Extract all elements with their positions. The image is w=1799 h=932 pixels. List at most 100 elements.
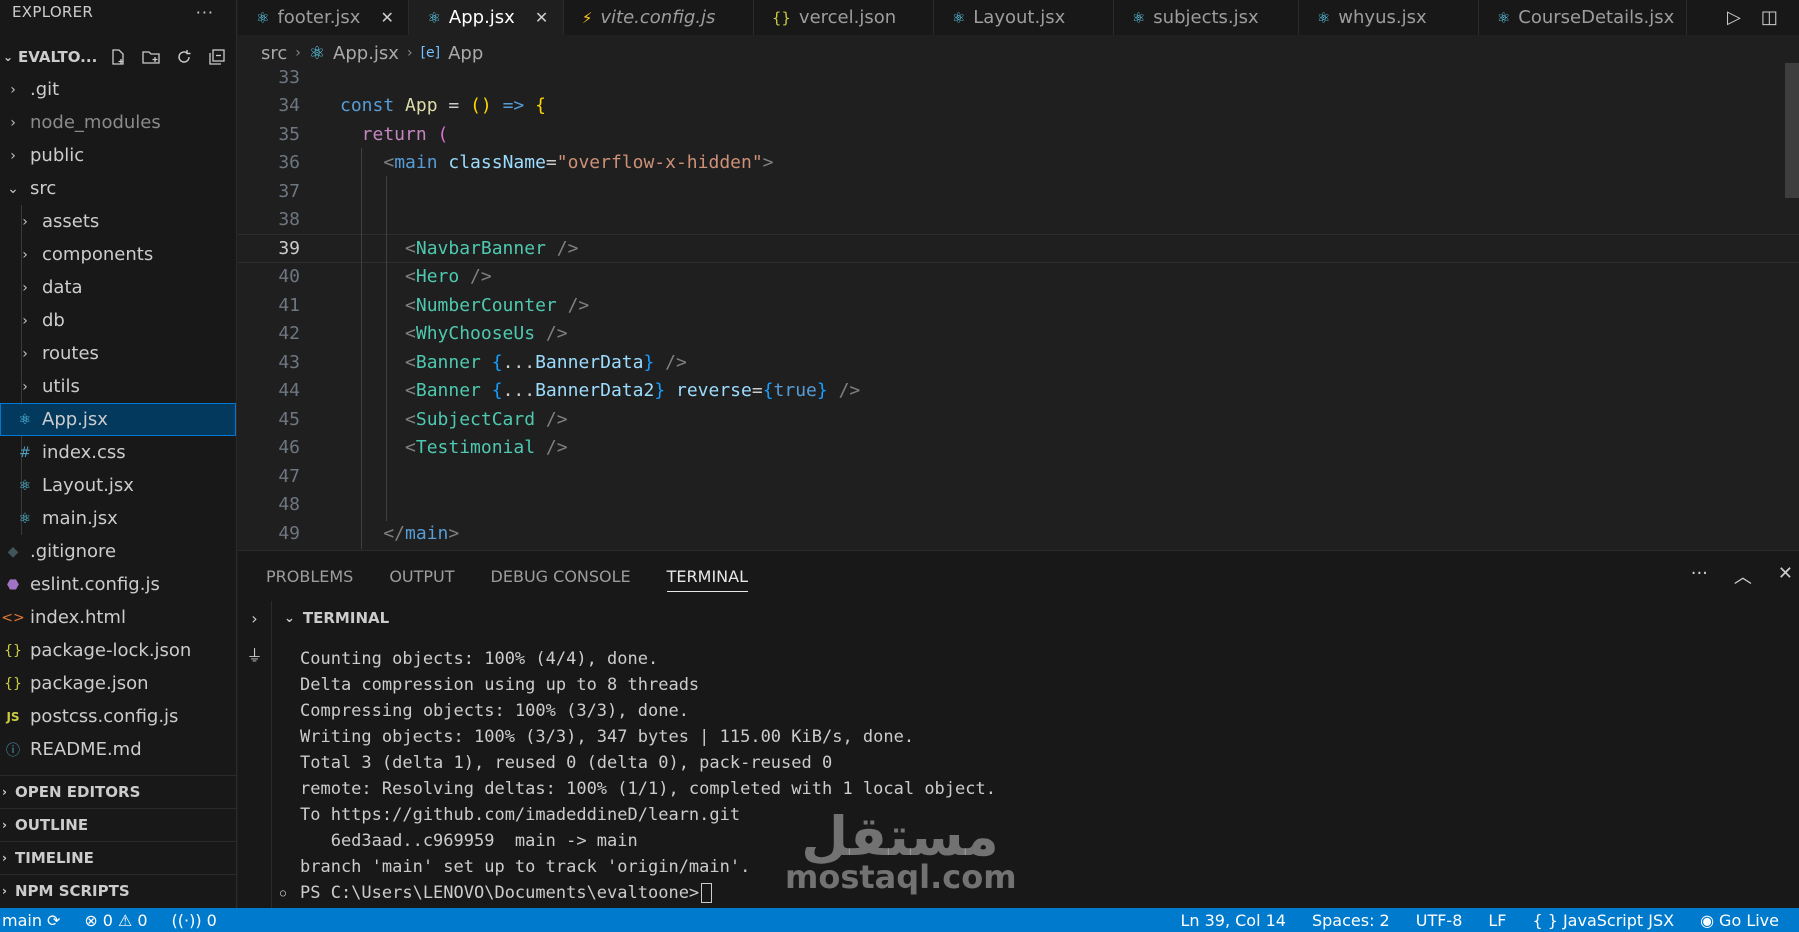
go-live-button[interactable]: ◉ Go Live	[1700, 911, 1779, 930]
tab-vite-config[interactable]: ⚡ vite.config.js	[564, 0, 754, 35]
close-icon[interactable]: ✕	[535, 8, 551, 27]
tab-problems[interactable]: PROBLEMS	[266, 567, 353, 586]
code-line[interactable]: 37	[238, 177, 1799, 206]
tab-terminal[interactable]: TERMINAL	[666, 567, 749, 592]
tree-item-package-lock[interactable]: {} package-lock.json	[0, 634, 236, 667]
code-line[interactable]: 44 <Banner {...BannerData2} reverse={tru…	[238, 377, 1799, 406]
tree-item-assets[interactable]: › assets	[0, 205, 236, 238]
code-line[interactable]: 45 <SubjectCard />	[238, 405, 1799, 434]
code-token: reverse	[665, 380, 752, 402]
section-open-editors[interactable]: › OPEN EDITORS	[0, 775, 236, 808]
code-line[interactable]: 39 <NavbarBanner />	[238, 234, 1799, 263]
code-line[interactable]: 34 const App = () => {	[238, 92, 1799, 121]
terminal-cursor	[701, 883, 713, 903]
tab-debug-console[interactable]: DEBUG CONSOLE	[491, 567, 631, 586]
tree-item-routes[interactable]: › routes	[0, 337, 236, 370]
breadcrumb-symbol[interactable]: App	[448, 43, 483, 64]
section-npm-scripts[interactable]: › NPM SCRIPTS	[0, 874, 236, 907]
breadcrumb-folder[interactable]: src	[261, 43, 287, 64]
sync-icon[interactable]: ⟳	[47, 911, 60, 930]
code-line[interactable]: 36 <main className="overflow-x-hidden">	[238, 149, 1799, 178]
workspace-root[interactable]: ⌄ EVALTO...	[0, 40, 236, 73]
tree-item-public[interactable]: › public	[0, 139, 236, 172]
refresh-icon[interactable]	[174, 47, 194, 67]
close-icon[interactable]: ✕	[380, 8, 396, 27]
problems-indicator[interactable]: ⊗ 0 ⚠ 0	[84, 911, 147, 930]
code-line[interactable]: 46 <Testimonial />	[238, 434, 1799, 463]
more-actions-icon[interactable]: ···	[196, 3, 214, 22]
code-line[interactable]: 33	[238, 63, 1799, 92]
new-folder-icon[interactable]	[141, 47, 161, 67]
tab-subjects-jsx[interactable]: ⚛ subjects.jsx	[1114, 0, 1299, 35]
maximize-panel-icon[interactable]: ︿	[1734, 563, 1752, 589]
terminal-header[interactable]: ⌄ TERMINAL	[274, 601, 1799, 635]
code-line[interactable]: 47	[238, 462, 1799, 491]
code-line[interactable]: 40 <Hero />	[238, 263, 1799, 292]
split-editor-icon[interactable]: ◫	[1761, 7, 1778, 28]
editor-scrollbar[interactable]	[1785, 63, 1799, 198]
code-token: (	[437, 123, 449, 145]
collapse-all-icon[interactable]	[207, 47, 227, 67]
chevron-right-icon: ›	[10, 81, 16, 98]
code-line[interactable]: 49 </main>	[238, 519, 1799, 548]
line-ending[interactable]: LF	[1488, 911, 1506, 930]
section-outline[interactable]: › OUTLINE	[0, 808, 236, 841]
tree-item-app-jsx[interactable]: ⚛ App.jsx	[0, 403, 236, 436]
tab-output[interactable]: OUTPUT	[389, 567, 454, 586]
indentation[interactable]: Spaces: 2	[1312, 911, 1390, 930]
code-line[interactable]: 42 <WhyChooseUs />	[238, 320, 1799, 349]
tree-item-db[interactable]: › db	[0, 304, 236, 337]
ports-indicator[interactable]: ((·)) 0	[172, 911, 217, 930]
code-token: ...	[502, 380, 536, 402]
code-line[interactable]: 43 <Banner {...BannerData} />	[238, 348, 1799, 377]
code-token: Hero	[415, 266, 460, 288]
plug-icon[interactable]: ⏚	[246, 642, 262, 666]
tree-item-package-json[interactable]: {} package.json	[0, 667, 236, 700]
cursor-position[interactable]: Ln 39, Col 14	[1180, 911, 1286, 930]
chevron-right-icon[interactable]: ›	[251, 609, 257, 628]
section-timeline[interactable]: › TIMELINE	[0, 841, 236, 874]
run-icon[interactable]: ▷	[1727, 7, 1741, 28]
tree-item-git[interactable]: › .git	[0, 73, 236, 106]
tab-vercel-json[interactable]: {} vercel.json	[754, 0, 934, 35]
code-token: <	[340, 351, 416, 373]
code-line[interactable]: 38	[238, 206, 1799, 235]
tab-whyus-jsx[interactable]: ⚛ whyus.jsx	[1299, 0, 1479, 35]
new-file-icon[interactable]	[108, 47, 128, 67]
code-token: }	[654, 380, 666, 402]
code-token: {	[762, 380, 774, 402]
branch-indicator[interactable]: main ⟳	[2, 911, 60, 930]
tab-footer-jsx[interactable]: ⚛ footer.jsx ✕	[238, 0, 410, 35]
code-line[interactable]: 41 <NumberCounter />	[238, 291, 1799, 320]
tree-item-layout-jsx[interactable]: ⚛ Layout.jsx	[0, 469, 236, 502]
code-token: <	[340, 152, 395, 174]
tree-item-src[interactable]: ⌄ src	[0, 172, 236, 205]
tree-item-eslint-config[interactable]: ⬣ eslint.config.js	[0, 568, 236, 601]
tree-item-postcss-config[interactable]: JS postcss.config.js	[0, 700, 236, 733]
tab-layout-jsx[interactable]: ⚛ Layout.jsx	[934, 0, 1114, 35]
tree-item-utils[interactable]: › utils	[0, 370, 236, 403]
tab-app-jsx[interactable]: ⚛ App.jsx ✕	[409, 0, 564, 35]
src-children: › assets › components › data › db › rout…	[0, 205, 236, 535]
react-icon: ⚛	[1131, 8, 1146, 27]
code-editor[interactable]: 33 34 const App = () => {35 return (36 <ma…	[238, 63, 1799, 550]
tree-item-main-jsx[interactable]: ⚛ main.jsx	[0, 502, 236, 535]
breadcrumb-file[interactable]: App.jsx	[333, 43, 399, 64]
language-mode[interactable]: { } JavaScript JSX	[1533, 911, 1675, 930]
tree-item-readme[interactable]: ⓘ README.md	[0, 733, 236, 766]
tree-item-components[interactable]: › components	[0, 238, 236, 271]
tree-item-node-modules[interactable]: › node_modules	[0, 106, 236, 139]
encoding[interactable]: UTF-8	[1416, 911, 1463, 930]
code-line[interactable]: 48	[238, 491, 1799, 520]
tree-item-index-html[interactable]: <> index.html	[0, 601, 236, 634]
close-icon[interactable]: ✕	[1778, 563, 1793, 589]
tab-course-details-jsx[interactable]: ⚛ CourseDetails.jsx	[1479, 0, 1688, 35]
terminal-line: Writing objects: 100% (3/3), 347 bytes |…	[300, 727, 915, 747]
error-icon: ⊗	[84, 910, 98, 930]
tree-item-gitignore[interactable]: ◆ .gitignore	[0, 535, 236, 568]
code-line[interactable]: 35 return (	[238, 120, 1799, 149]
tree-item-data[interactable]: › data	[0, 271, 236, 304]
tree-item-index-css[interactable]: # index.css	[0, 436, 236, 469]
code-token: />	[827, 380, 861, 402]
more-actions-icon[interactable]: ···	[1691, 563, 1708, 589]
